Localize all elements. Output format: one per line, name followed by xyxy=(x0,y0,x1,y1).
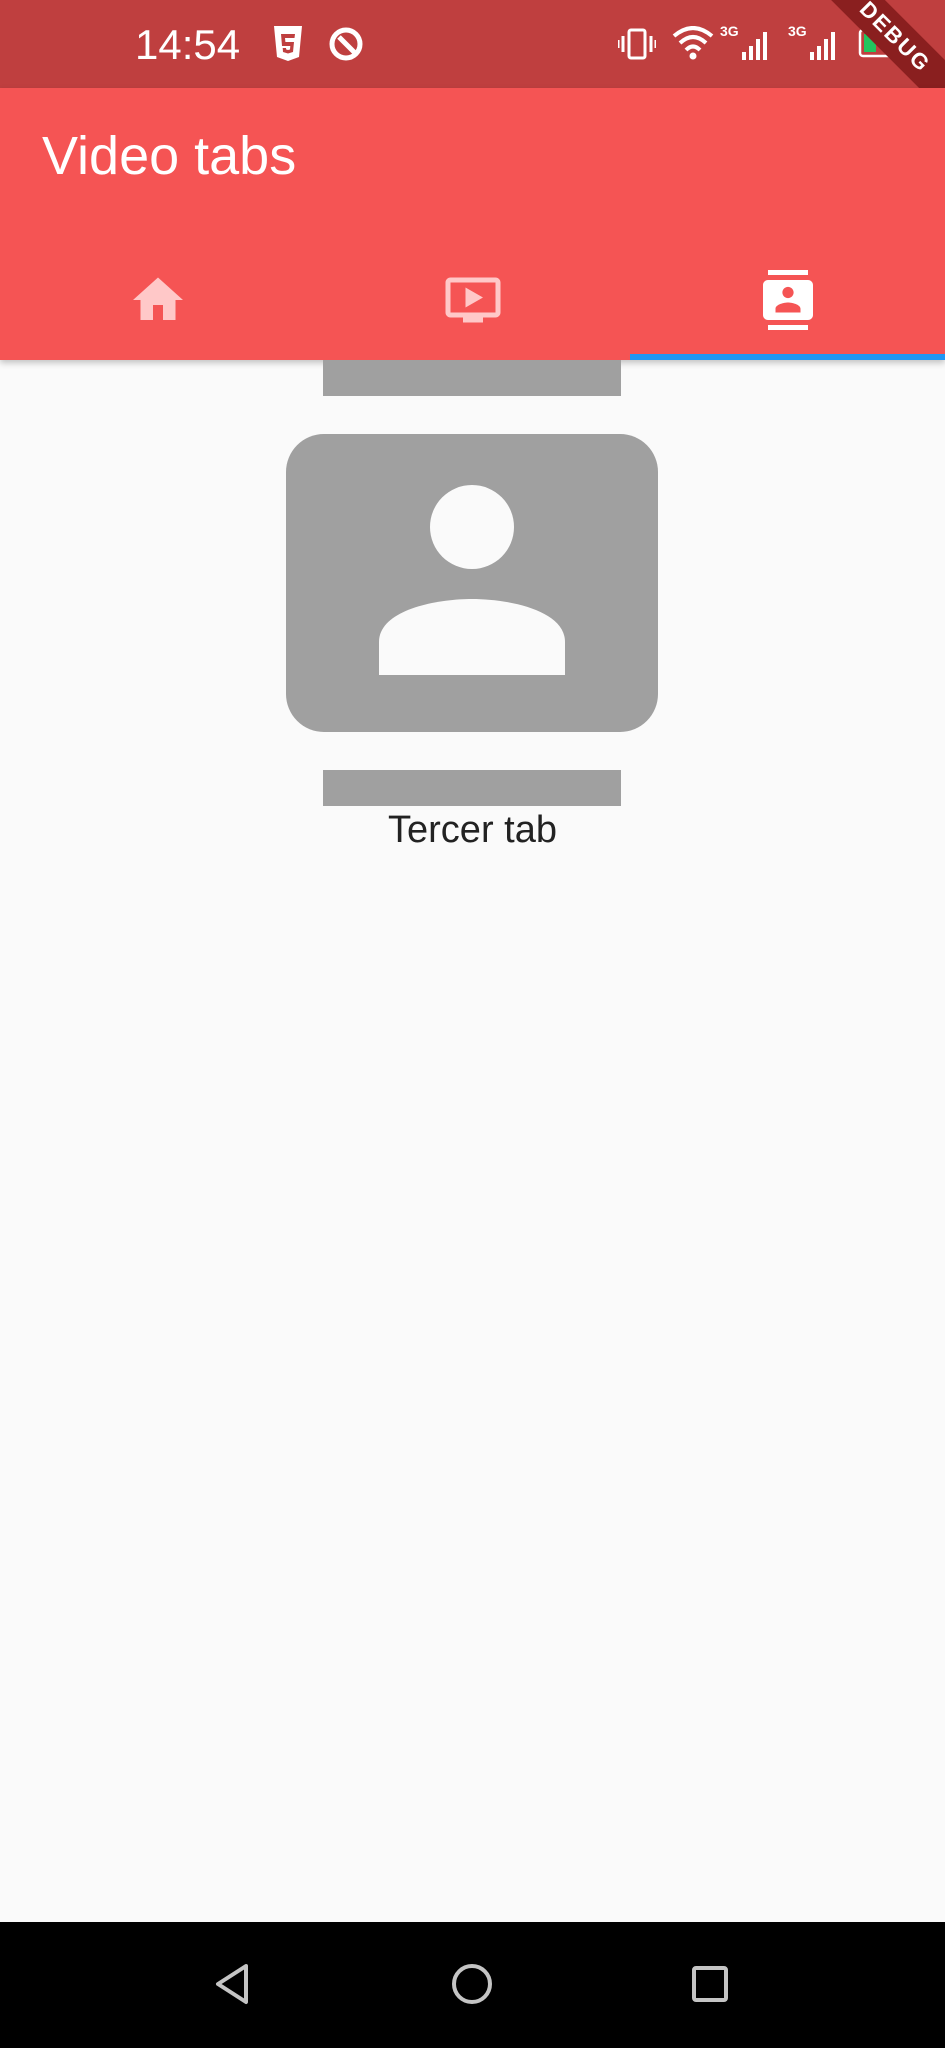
tab-label: Tercer tab xyxy=(388,809,557,851)
vibrate-icon xyxy=(618,28,656,60)
wifi-icon xyxy=(672,26,714,60)
network-type-label: 3G xyxy=(720,23,739,39)
home-circle-icon[interactable] xyxy=(444,1956,500,2012)
q-icon xyxy=(329,27,363,61)
system-nav-bar xyxy=(0,1922,945,2048)
tab-indicator xyxy=(630,354,945,360)
tab-contacts[interactable] xyxy=(630,254,945,360)
network-type-label: 3G xyxy=(788,23,807,39)
contact-card-bottom-bar xyxy=(323,770,621,806)
tab-home[interactable] xyxy=(0,254,315,360)
page-title: Video tabs xyxy=(42,126,297,186)
status-time: 14:54 xyxy=(135,21,241,68)
contact-card-icon xyxy=(762,270,813,330)
contact-card-icon xyxy=(286,434,658,732)
recents-icon[interactable] xyxy=(682,1956,738,2012)
contact-card-top-bar xyxy=(323,360,621,396)
html5-icon xyxy=(274,26,302,61)
app-bar: Video tabs xyxy=(0,88,945,360)
signal-icon: 3G xyxy=(788,23,835,60)
tv-play-icon xyxy=(445,277,500,323)
back-icon[interactable] xyxy=(206,1956,262,2012)
tab-video[interactable] xyxy=(315,254,630,360)
home-icon xyxy=(132,277,183,320)
signal-icon: 3G xyxy=(720,23,767,60)
status-bar: 14:54 3G 3G 26 DEBUG xyxy=(0,0,945,88)
